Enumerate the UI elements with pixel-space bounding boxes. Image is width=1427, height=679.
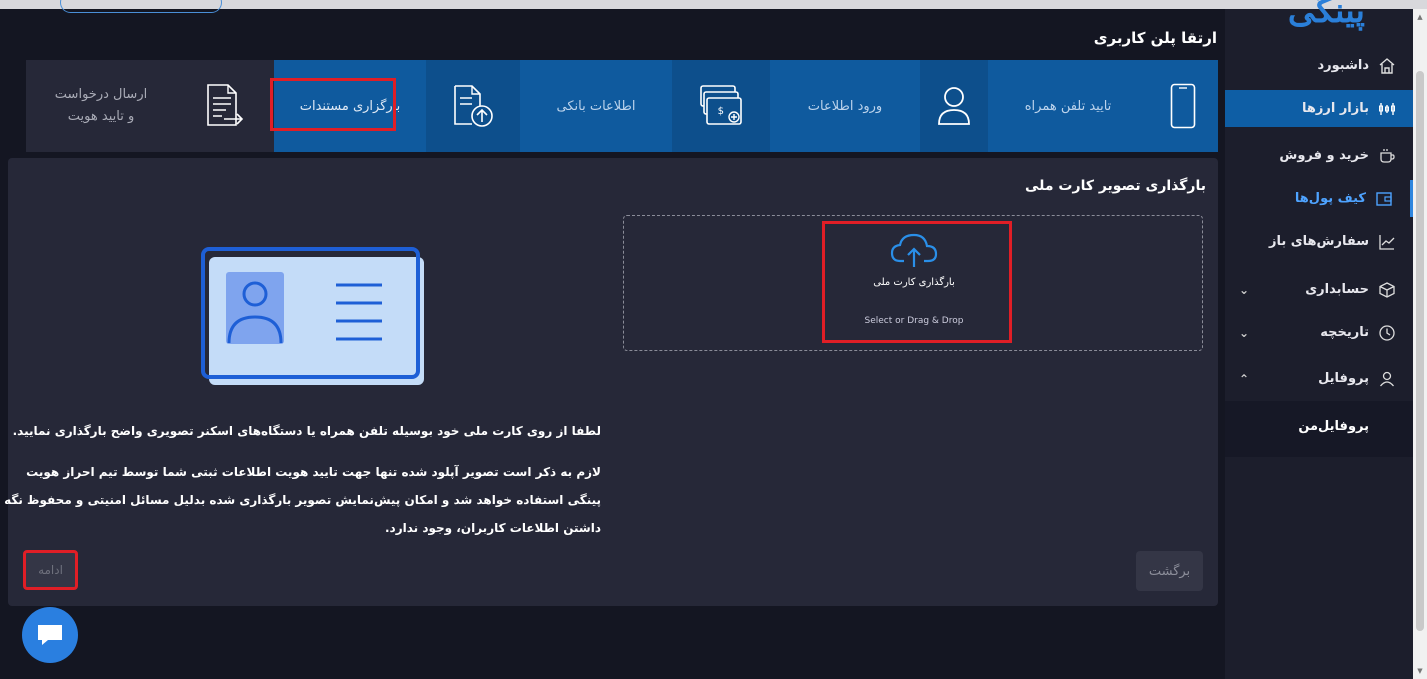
profile-submenu: پروفایل‌من (1225, 401, 1413, 457)
step-label-line2: و تایید هویت (67, 109, 135, 124)
sidebar-item-label: پروفایل (1318, 371, 1369, 386)
step-label-line1: ارسال درخواست (54, 87, 148, 102)
step-label: اطلاعات بانکی (556, 98, 636, 114)
page-scrollbar[interactable]: ▲ ▼ (1413, 9, 1427, 679)
upload-card: بارگذاری تصویر کارت ملی بارگذاری کارت مل… (4, 158, 1218, 606)
step-label: ورود اطلاعات (807, 98, 883, 114)
chevron-up-icon: ⌃ (1239, 371, 1250, 386)
scroll-thumb[interactable] (1416, 71, 1424, 631)
step-phone-icon-cell (1148, 60, 1218, 152)
cube-icon (1377, 280, 1397, 300)
step-send-icon-cell (176, 60, 274, 152)
chevron-down-icon: ⌄ (1239, 282, 1250, 297)
home-icon (1377, 56, 1397, 76)
step-send-request[interactable]: ارسال درخواست و تایید هویت (26, 60, 176, 152)
continue-button[interactable]: ادامه (23, 550, 78, 590)
user-icon (938, 87, 970, 125)
user-icon (1377, 369, 1397, 389)
verification-steps: تایید تلفن همراه ورود اطلاعات $ اطلاعات … (8, 60, 1218, 152)
step-label: تایید تلفن همراه (1024, 98, 1112, 114)
wallet-icon (1374, 189, 1394, 209)
sidebar-item-label: کیف پول‌ها (1294, 191, 1366, 206)
document-send-icon (207, 84, 244, 126)
step-phone-verify[interactable]: تایید تلفن همراه (988, 60, 1148, 152)
sidebar-item-label: سفارش‌های باز (1268, 234, 1369, 249)
instruction-part-1: لطفا از روی کارت ملی خود بوسیله تلفن همر… (193, 424, 601, 438)
id-card-illustration (201, 247, 424, 385)
chat-support-button[interactable] (22, 607, 78, 663)
sidebar-item-profile[interactable]: پروفایل ⌃ (1225, 360, 1413, 397)
sidebar-item-label: تاریخچه (1320, 325, 1369, 340)
step-bank-info[interactable]: اطلاعات بانکی (520, 60, 672, 152)
sidebar-item-label: داشبورد (1317, 58, 1369, 73)
phone-icon (1170, 83, 1196, 129)
sidebar-item-open-orders[interactable]: سفارش‌های باز (1225, 223, 1413, 260)
sidebar-item-accounting[interactable]: حسابداری ⌄ (1225, 271, 1413, 308)
sidebar-item-dashboard[interactable]: داشبورد (1225, 47, 1413, 84)
privacy-notice: لازم به ذکر است تصویر آپلود شده تنها جهت… (4, 465, 601, 535)
scroll-down-icon[interactable]: ▼ (1413, 665, 1427, 677)
brand-logo[interactable]: پینگی (1288, 0, 1365, 31)
sidebar-subitem-my-profile[interactable]: پروفایل‌من (1298, 419, 1369, 434)
card-title: بارگذاری تصویر کارت ملی (1025, 178, 1206, 194)
chevron-down-icon: ⌄ (1239, 325, 1250, 340)
highlight-box-upload-step (270, 78, 396, 131)
clock-icon (1377, 323, 1397, 343)
step-enter-info[interactable]: ورود اطلاعات (770, 60, 920, 152)
scroll-up-icon[interactable]: ▲ (1413, 11, 1427, 23)
sidebar: پینگی داشبورد بازار ارزها خرید و فروش کی… (1225, 0, 1413, 679)
sidebar-item-label: خرید و فروش (1279, 148, 1369, 163)
market-icon (1377, 99, 1397, 119)
file-upload-icon (454, 85, 493, 127)
instruction-text: لطفا از روی کارت ملی خود بوسیله تلفن همر… (13, 424, 601, 438)
top-search-pill[interactable] (60, 0, 222, 13)
step-upload-icon-cell (426, 60, 520, 152)
step-user-icon-cell (920, 60, 988, 152)
svg-text:$: $ (718, 106, 724, 117)
sidebar-item-wallets[interactable]: کیف پول‌ها (1225, 180, 1413, 217)
page-title: ارتقا پلن کاربری (1093, 29, 1217, 47)
step-bank-icon-cell: $ (672, 60, 770, 152)
chart-icon (1377, 232, 1397, 252)
banknotes-icon: $ (700, 85, 742, 125)
sidebar-item-label: بازار ارزها (1301, 101, 1369, 116)
instruction-part-2: بارگذاری نمایید. (12, 424, 111, 438)
instruction-emphasis: تصویری واضح (110, 424, 194, 438)
sidebar-item-history[interactable]: تاریخچه ⌄ (1225, 314, 1413, 351)
sidebar-item-market[interactable]: بازار ارزها (1225, 90, 1413, 127)
sidebar-item-label: حسابداری (1305, 282, 1369, 297)
sidebar-item-buy-sell[interactable]: خرید و فروش (1225, 137, 1413, 174)
chat-bubble-icon (38, 625, 62, 645)
back-button[interactable]: برگشت (1136, 551, 1203, 591)
highlight-box-upload-target (822, 221, 1012, 343)
cup-icon (1377, 146, 1397, 166)
